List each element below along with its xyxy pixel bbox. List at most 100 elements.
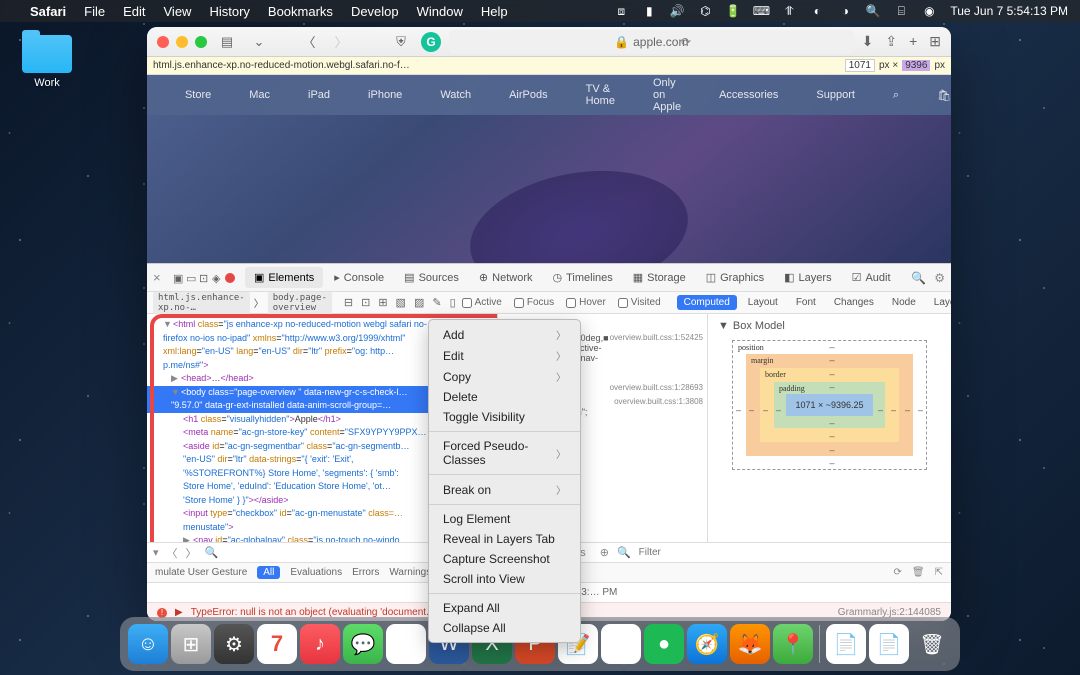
bluetooth-icon[interactable]: ⌬ — [698, 4, 712, 18]
breadcrumb-body[interactable]: body.page-overview — [268, 292, 332, 314]
dock-launchpad[interactable]: ⊞ — [171, 624, 211, 664]
dom-nav-back-icon[interactable]: 〈 — [167, 545, 178, 561]
privacy-report-icon[interactable]: ⛨ — [389, 32, 413, 52]
inspector-error-indicator-icon[interactable] — [225, 273, 235, 283]
filter-evaluations[interactable]: Evaluations — [290, 567, 342, 578]
new-tab-icon[interactable]: + — [909, 33, 917, 50]
nav-ipad[interactable]: iPad — [308, 89, 330, 101]
volume-icon[interactable]: 🔊 — [670, 4, 684, 18]
window-close-button[interactable] — [157, 36, 169, 48]
keyboard-icon[interactable]: ⌨ — [754, 4, 768, 18]
tab-elements[interactable]: ▣Elements — [245, 267, 323, 288]
menu-edit[interactable]: Edit — [123, 4, 145, 19]
dom-nav-toggle-icon[interactable]: ▾ — [153, 546, 159, 559]
dock-safari[interactable]: 🧭 — [687, 624, 727, 664]
tabs-icon[interactable]: ⊞ — [929, 33, 941, 50]
filter-all[interactable]: All — [257, 566, 280, 579]
nav-iphone[interactable]: iPhone — [368, 89, 402, 101]
context-menu-copy[interactable]: Copy〉 — [429, 366, 580, 387]
nav-bag-icon[interactable]: 🛍 — [937, 89, 951, 102]
context-menu-scroll-into-view[interactable]: Scroll into View — [429, 569, 580, 589]
spotlight-icon[interactable]: 🔍 — [866, 4, 880, 18]
dock-music[interactable]: ♪ — [300, 624, 340, 664]
check-focus[interactable]: Focus — [514, 297, 554, 308]
inspector-settings-icon[interactable]: ⚙ — [934, 271, 945, 285]
tab-storage[interactable]: ▦Storage — [624, 267, 695, 288]
console-reload-icon[interactable]: ⟳ — [894, 567, 902, 578]
dock-spotify[interactable]: ● — [644, 624, 684, 664]
tool-icon[interactable]: ⊞ — [378, 296, 387, 309]
siri-icon[interactable]: ◉ — [922, 4, 936, 18]
tool-icon[interactable]: ✎ — [432, 296, 441, 309]
check-visited[interactable]: Visited — [618, 297, 661, 308]
tool-icon[interactable]: ▨ — [414, 296, 424, 309]
context-menu-forced-pseudo-classes[interactable]: Forced Pseudo-Classes〉 — [429, 436, 580, 470]
window-zoom-button[interactable] — [195, 36, 207, 48]
console-expand-icon[interactable]: ⇱ — [935, 567, 943, 578]
tab-network[interactable]: ⊕Network — [470, 267, 542, 288]
check-active[interactable]: Active — [462, 297, 502, 308]
clock-icon[interactable]: ◑ — [838, 4, 852, 18]
dock-chrome[interactable]: ◉ — [386, 624, 426, 664]
context-menu-log-element[interactable]: Log Element — [429, 509, 580, 529]
filter-errors[interactable]: Errors — [352, 567, 379, 578]
menu-window[interactable]: Window — [417, 4, 463, 19]
nav-mac[interactable]: Mac — [249, 89, 270, 101]
menu-history[interactable]: History — [209, 4, 249, 19]
dom-nav-forward-icon[interactable]: 〉 — [186, 545, 197, 561]
check-hover[interactable]: Hover — [566, 297, 606, 308]
context-menu-add[interactable]: Add〉 — [429, 324, 580, 345]
app-menu[interactable]: Safari — [30, 4, 66, 19]
inspect-print-icon[interactable]: ⊡ — [199, 272, 210, 283]
grammarly-icon[interactable]: G — [421, 32, 441, 52]
tool-icon[interactable]: ⊟ — [344, 296, 353, 309]
phone-icon[interactable]: ▮ — [642, 4, 656, 18]
menu-develop[interactable]: Develop — [351, 4, 399, 19]
dock-finder[interactable]: ☺ — [128, 624, 168, 664]
nav-search-icon[interactable]: ⌕ — [893, 89, 899, 102]
tab-sources[interactable]: ▤Sources — [395, 267, 468, 288]
styletab-layout[interactable]: Layout — [741, 295, 785, 310]
styletab-changes[interactable]: Changes — [827, 295, 881, 310]
menu-file[interactable]: File — [84, 4, 105, 19]
sidebar-button[interactable]: ▤ — [215, 32, 239, 52]
back-button[interactable]: 〈 — [297, 32, 321, 52]
styletab-node[interactable]: Node — [885, 295, 923, 310]
context-menu-toggle-visibility[interactable]: Toggle Visibility — [429, 407, 580, 427]
dropbox-icon[interactable]: ⧈ — [614, 4, 628, 18]
tool-icon[interactable]: ⊡ — [361, 296, 370, 309]
context-menu-capture-screenshot[interactable]: Capture Screenshot — [429, 549, 580, 569]
inspector-close-icon[interactable]: × — [153, 270, 171, 285]
breadcrumb-html[interactable]: html.js.enhance-xp.no-… — [153, 292, 250, 314]
tab-console[interactable]: ▸Console — [325, 267, 393, 288]
menu-help[interactable]: Help — [481, 4, 508, 19]
inspector-search-icon[interactable]: 🔍 — [911, 271, 926, 285]
control-center-icon[interactable]: ⌸ — [894, 4, 908, 18]
wifi-icon[interactable]: ⥣ — [782, 4, 796, 18]
nav-airpods[interactable]: AirPods — [509, 89, 548, 101]
reload-icon[interactable]: ⟳ — [681, 35, 691, 49]
battery-icon[interactable]: 🔋 — [726, 4, 740, 18]
tool-icon[interactable]: ▯ — [450, 296, 456, 309]
context-menu-expand-all[interactable]: Expand All — [429, 598, 580, 618]
dock-firefox[interactable]: 🦊 — [730, 624, 770, 664]
window-minimize-button[interactable] — [176, 36, 188, 48]
context-menu-reveal-in-layers-tab[interactable]: Reveal in Layers Tab — [429, 529, 580, 549]
menubar-datetime[interactable]: Tue Jun 7 5:54:13 PM — [950, 4, 1068, 18]
dock-messages[interactable]: 💬 — [343, 624, 383, 664]
filter-warnings[interactable]: Warnings — [389, 567, 431, 578]
context-menu-edit[interactable]: Edit〉 — [429, 345, 580, 366]
desktop-folder-work[interactable]: Work — [22, 35, 72, 89]
tab-timelines[interactable]: ◷Timelines — [543, 267, 621, 288]
dock-calendar[interactable]: 7 — [257, 624, 297, 664]
inspect-node-icon[interactable]: ◈ — [212, 272, 223, 283]
context-menu-break-on[interactable]: Break on〉 — [429, 479, 580, 500]
styletab-layers[interactable]: Layers — [927, 295, 951, 310]
dock-trash[interactable]: 🗑 — [912, 624, 952, 664]
nav-tvhome[interactable]: TV & Home — [586, 83, 615, 107]
nav-store[interactable]: Store — [185, 89, 211, 101]
console-clear-icon[interactable]: 🗑 — [912, 567, 925, 578]
tab-graphics[interactable]: ◫Graphics — [697, 267, 773, 288]
url-bar[interactable]: 🔒 apple.com ⟳ — [449, 30, 854, 54]
menu-bookmarks[interactable]: Bookmarks — [268, 4, 333, 19]
